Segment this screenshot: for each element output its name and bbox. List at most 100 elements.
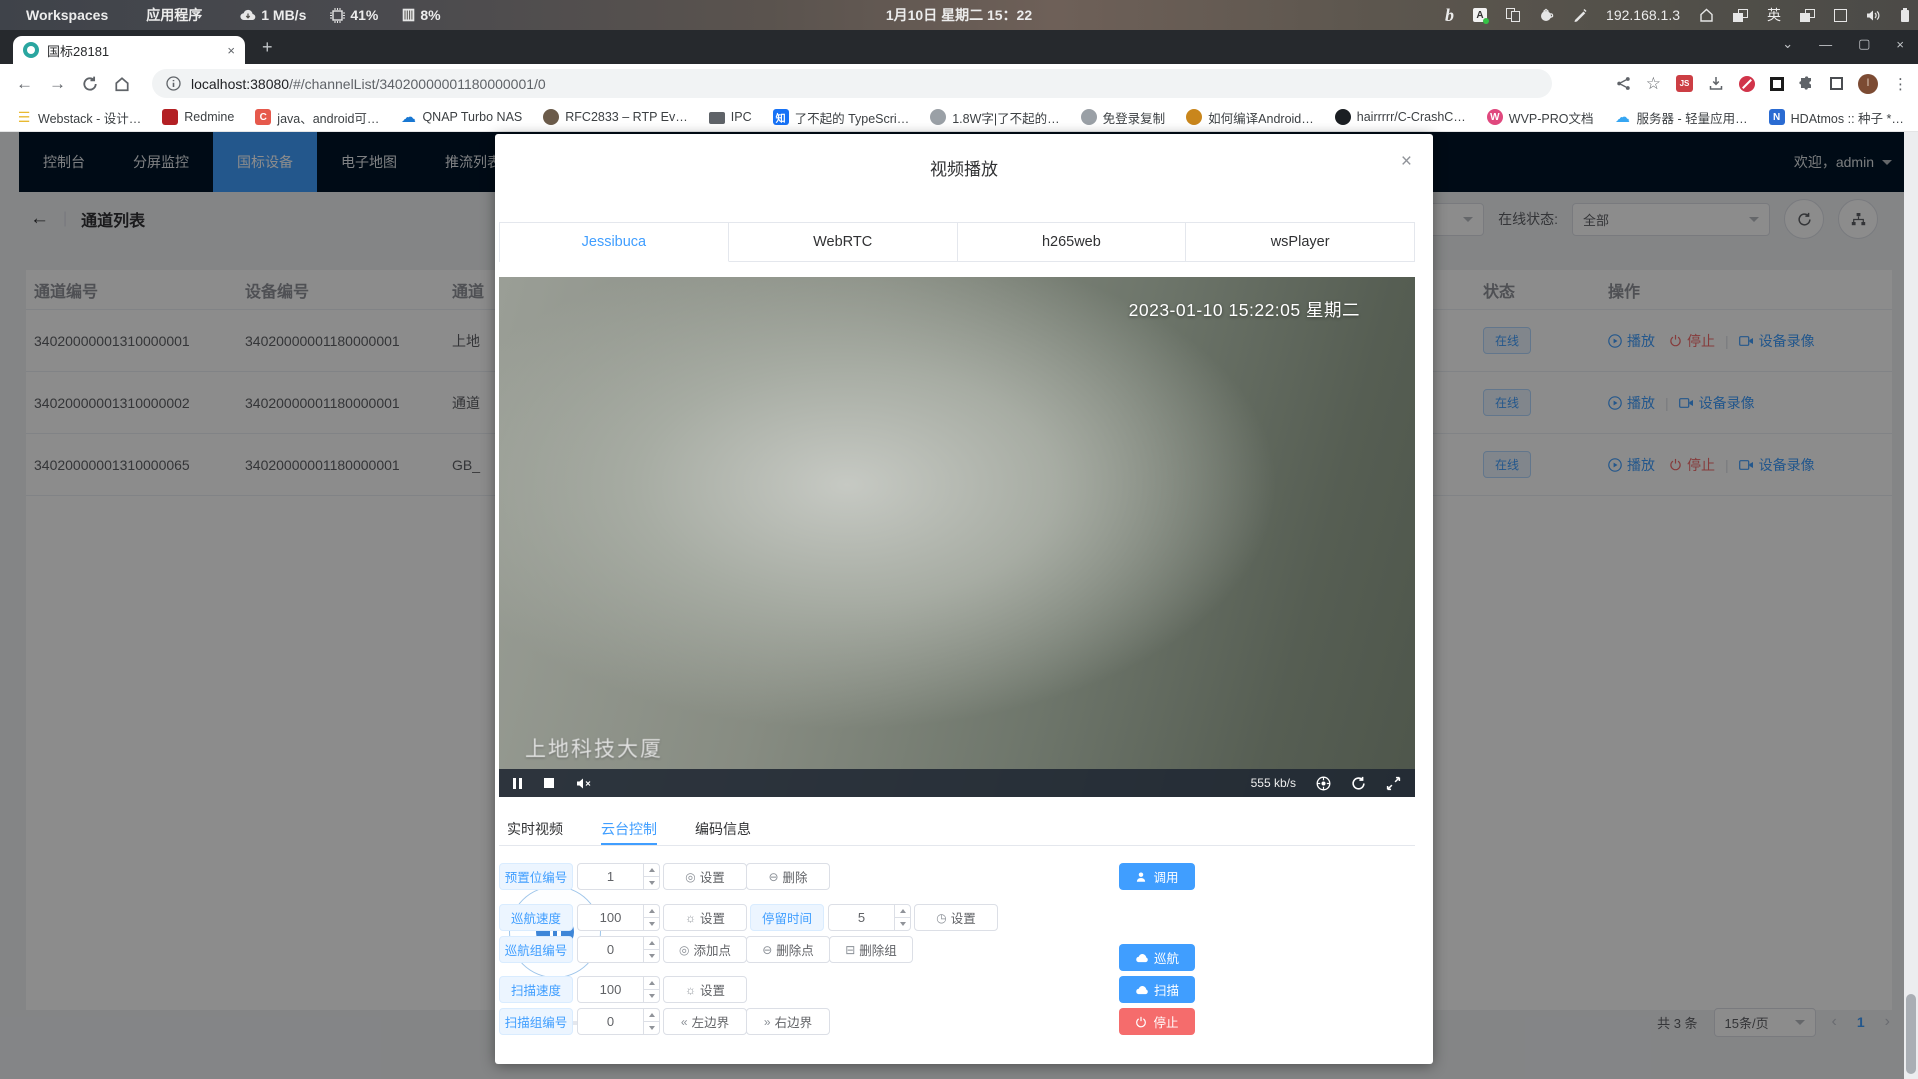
clipboard-icon[interactable] [1506, 8, 1520, 22]
delete-group-button[interactable]: ⊟删除组 [829, 936, 913, 963]
extension-frame-icon[interactable] [1830, 77, 1843, 90]
screen-share-icon[interactable] [1834, 9, 1847, 22]
screenshot-app-icon[interactable]: A [1473, 8, 1487, 22]
kettle-icon[interactable] [1539, 8, 1554, 23]
scan-speed-set-button[interactable]: ☼设置 [663, 976, 747, 1003]
spinner-up-icon[interactable] [644, 977, 659, 990]
workspace-switcher-icon[interactable] [1733, 9, 1748, 22]
cruise-speed-input[interactable] [577, 904, 660, 931]
extension-square-icon[interactable] [1770, 77, 1784, 91]
video-player[interactable]: 2023-01-10 15:22:05 星期二 上地科技大厦 555 kb/s [499, 277, 1415, 797]
back-button[interactable]: ← [16, 74, 33, 94]
window-minimize-icon[interactable]: — [1819, 37, 1832, 52]
bookmark-item[interactable]: IPC [709, 110, 752, 124]
spinner-down-icon[interactable] [895, 918, 910, 930]
spinner-up-icon[interactable] [895, 905, 910, 918]
spinner-down-icon[interactable] [644, 1022, 659, 1034]
spinner-up-icon[interactable] [644, 937, 659, 950]
scan-group-input[interactable] [577, 1008, 660, 1035]
extensions-puzzle-icon[interactable] [1799, 76, 1815, 92]
ptz-stop-button[interactable]: 停止 [1119, 1008, 1195, 1035]
delete-point-button[interactable]: ⊖删除点 [746, 936, 830, 963]
tab-h265web[interactable]: h265web [958, 223, 1187, 262]
left-bound-button[interactable]: «左边界 [663, 1008, 747, 1035]
bookmark-item[interactable]: 如何编译Android… [1186, 108, 1314, 127]
bookmark-item[interactable]: Redmine [162, 109, 234, 125]
dialog-close-icon[interactable]: × [1401, 152, 1412, 171]
tab-live-video[interactable]: 实时视频 [507, 815, 563, 845]
share-icon[interactable] [1616, 76, 1631, 91]
fullscreen-icon[interactable] [1386, 776, 1401, 791]
scrollbar-thumb[interactable] [1906, 994, 1916, 1074]
bookmark-item[interactable]: 1.8W字|了不起的… [930, 108, 1059, 127]
spinner-down-icon[interactable] [644, 950, 659, 962]
spinner-up-icon[interactable] [644, 864, 659, 877]
page-scrollbar[interactable] [1904, 132, 1918, 1079]
cruise-speed-set-button[interactable]: ☼设置 [663, 904, 747, 931]
bookmark-item[interactable]: ☰Webstack - 设计… [16, 108, 141, 127]
input-method-indicator[interactable]: 英 [1767, 5, 1781, 25]
add-point-button[interactable]: ◎添加点 [663, 936, 747, 963]
window-maximize-icon[interactable]: ▢ [1858, 36, 1870, 52]
extension-adblock-icon[interactable] [1739, 76, 1755, 92]
profile-avatar[interactable]: l [1858, 74, 1878, 94]
stop-icon[interactable] [544, 778, 554, 788]
pen-tray-icon[interactable] [1573, 8, 1587, 22]
forward-button[interactable]: → [49, 74, 66, 94]
preset-delete-button[interactable]: ⊖删除 [746, 863, 830, 890]
ptz-direction-pad[interactable] [509, 886, 601, 978]
home-icon[interactable] [1699, 8, 1714, 22]
bookmark-item[interactable]: hairrrrr/C-CrashC… [1335, 109, 1466, 125]
pause-icon[interactable] [513, 778, 522, 789]
tab-search-icon[interactable]: ⌄ [1782, 36, 1793, 52]
new-tab-button[interactable]: + [262, 38, 273, 56]
volume-icon[interactable] [1866, 9, 1881, 22]
window-pair-icon[interactable] [1800, 9, 1815, 22]
extension-js-icon[interactable]: JS [1676, 75, 1693, 92]
stay-time-set-button[interactable]: ◷设置 [914, 904, 998, 931]
tab-wsplayer[interactable]: wsPlayer [1186, 223, 1414, 262]
bookmark-item[interactable]: Cjava、android可… [255, 108, 379, 127]
scan-button[interactable]: 扫描 [1119, 976, 1195, 1003]
mute-icon[interactable] [576, 777, 592, 790]
scan-speed-input[interactable] [577, 976, 660, 1003]
tab-webrtc[interactable]: WebRTC [729, 223, 958, 262]
spinner-down-icon[interactable] [644, 990, 659, 1002]
tab-close-icon[interactable]: × [227, 43, 235, 58]
bookmark-item[interactable]: RFC2833 – RTP Ev… [543, 109, 688, 125]
player-settings-icon[interactable] [1316, 776, 1331, 791]
cruise-button[interactable]: 巡航 [1119, 944, 1195, 971]
spinner-down-icon[interactable] [644, 918, 659, 930]
reload-button[interactable] [82, 76, 98, 92]
site-info-icon[interactable] [166, 76, 181, 91]
call-preset-button[interactable]: 调用 [1119, 863, 1195, 890]
bookmark-item[interactable]: ☁QNAP Turbo NAS [400, 109, 522, 125]
url-bar[interactable]: localhost:38080/#/channelList/3402000000… [152, 69, 1552, 98]
bookmark-item[interactable]: 知了不起的 TypeScri… [773, 108, 910, 127]
ip-address-indicator[interactable]: 192.168.1.3 [1606, 7, 1680, 23]
tab-jessibuca[interactable]: Jessibuca [500, 223, 729, 262]
window-close-icon[interactable]: × [1896, 37, 1904, 52]
preset-set-button[interactable]: ◎设置 [663, 863, 747, 890]
bookmark-item[interactable]: 免登录复制 [1081, 108, 1166, 127]
browser-tab[interactable]: 国标28181 × [13, 36, 245, 64]
stay-time-input[interactable] [828, 904, 911, 931]
spinner-up-icon[interactable] [644, 1009, 659, 1022]
bing-tray-icon[interactable]: b [1445, 6, 1454, 24]
reload-stream-icon[interactable] [1351, 776, 1366, 791]
spinner-down-icon[interactable] [644, 877, 659, 889]
tab-ptz-control[interactable]: 云台控制 [601, 815, 657, 845]
bookmark-item[interactable]: WWVP-PRO文档 [1487, 108, 1594, 127]
extension-downloader-icon[interactable] [1708, 76, 1724, 91]
bookmark-star-icon[interactable]: ☆ [1646, 74, 1661, 94]
tab-encoding-info[interactable]: 编码信息 [695, 815, 751, 845]
home-button[interactable] [114, 76, 130, 92]
spinner-up-icon[interactable] [644, 905, 659, 918]
browser-menu-icon[interactable]: ⋮ [1893, 75, 1908, 93]
right-bound-button[interactable]: »右边界 [746, 1008, 830, 1035]
cruise-group-input[interactable] [577, 936, 660, 963]
bookmark-item[interactable]: ☁服务器 - 轻量应用… [1615, 108, 1748, 127]
preset-number-input[interactable] [577, 863, 660, 890]
bookmark-item[interactable]: NHDAtmos :: 种子 *… [1769, 108, 1904, 127]
battery-icon[interactable] [1900, 8, 1910, 23]
